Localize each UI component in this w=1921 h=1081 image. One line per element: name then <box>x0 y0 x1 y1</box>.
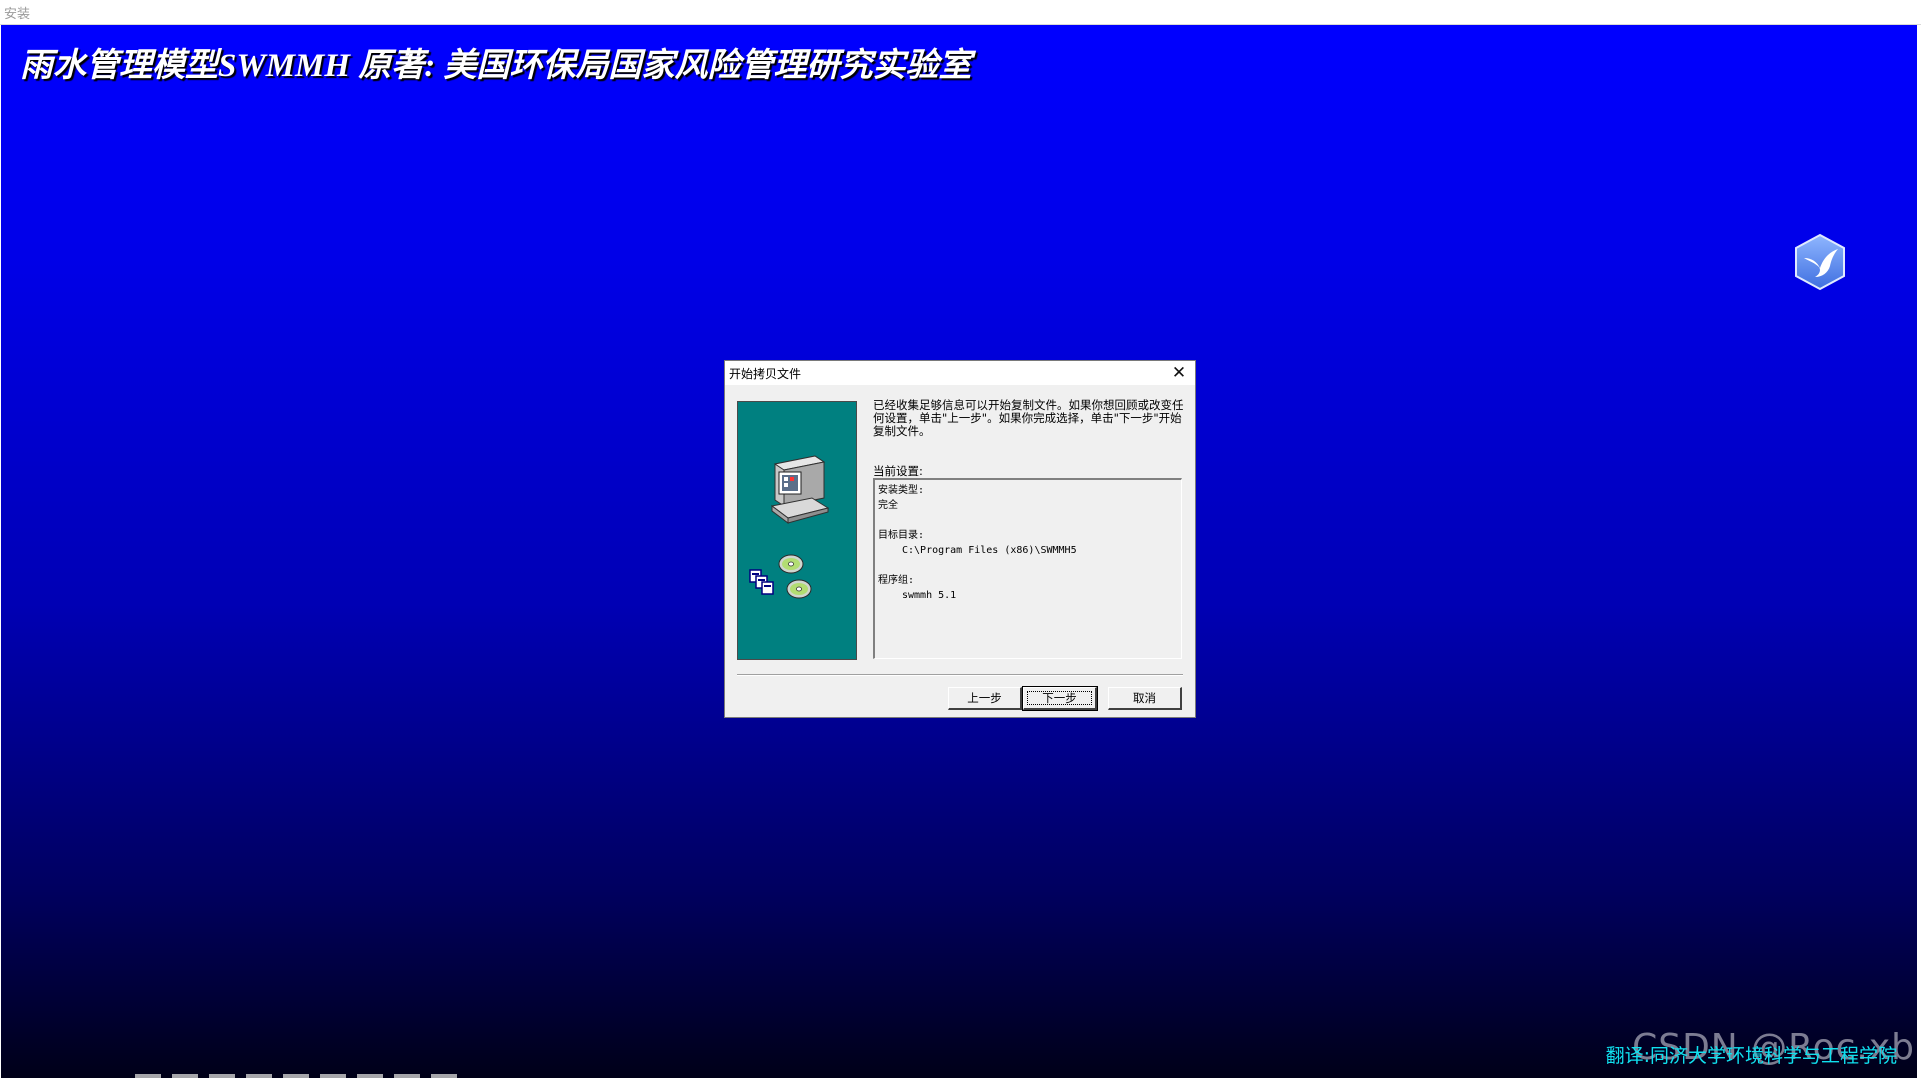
setup-type-value: 完全 <box>878 500 898 511</box>
button-separator <box>737 674 1183 676</box>
program-group-value: swmmh 5.1 <box>902 590 957 601</box>
bird-badge-icon[interactable] <box>1790 232 1850 292</box>
dialog-titlebar[interactable]: 开始拷贝文件 ✕ <box>725 361 1195 385</box>
setup-type-label: 安装类型: <box>878 485 925 496</box>
setup-side-panel <box>737 401 857 660</box>
intro-text: 已经收集足够信息可以开始复制文件。如果你想回顾或改变任何设置，单击"上一步"。如… <box>873 398 1184 438</box>
dialog-title: 开始拷贝文件 <box>729 367 802 381</box>
target-dir-label: 目标目录: <box>878 530 925 541</box>
window-title: 安装 <box>4 7 31 22</box>
taskbar-remnants <box>135 1074 465 1078</box>
next-button[interactable]: 下一步 <box>1022 686 1098 711</box>
back-button[interactable]: 上一步 <box>948 687 1022 710</box>
cancel-button[interactable]: 取消 <box>1108 687 1182 710</box>
computer-with-discs-icon <box>749 455 830 599</box>
program-group-label: 程序组: <box>878 575 915 586</box>
target-dir-value: C:\Program Files (x86)\SWMMH5 <box>902 545 1077 556</box>
translation-credit: 翻译:同济大学环境科学与工程学院 <box>1605 1045 1897 1067</box>
close-icon[interactable]: ✕ <box>1169 363 1189 383</box>
window-edge-right <box>1917 25 1921 1081</box>
window-titlebar[interactable]: 安装 <box>0 0 1921 25</box>
installer-banner-title: 雨水管理模型SWMMH 原著: 美国环保局国家风险管理研究实验室 <box>20 48 972 84</box>
current-settings-label: 当前设置: <box>873 464 923 478</box>
settings-summary-box[interactable]: 安装类型: 完全 目标目录: C:\Program Files (x86)\SW… <box>873 478 1182 659</box>
copy-files-dialog: 开始拷贝文件 ✕ 已经收集足够信息可以开始复制文件。如果你想回顾或改变任何设置，… <box>724 360 1196 718</box>
